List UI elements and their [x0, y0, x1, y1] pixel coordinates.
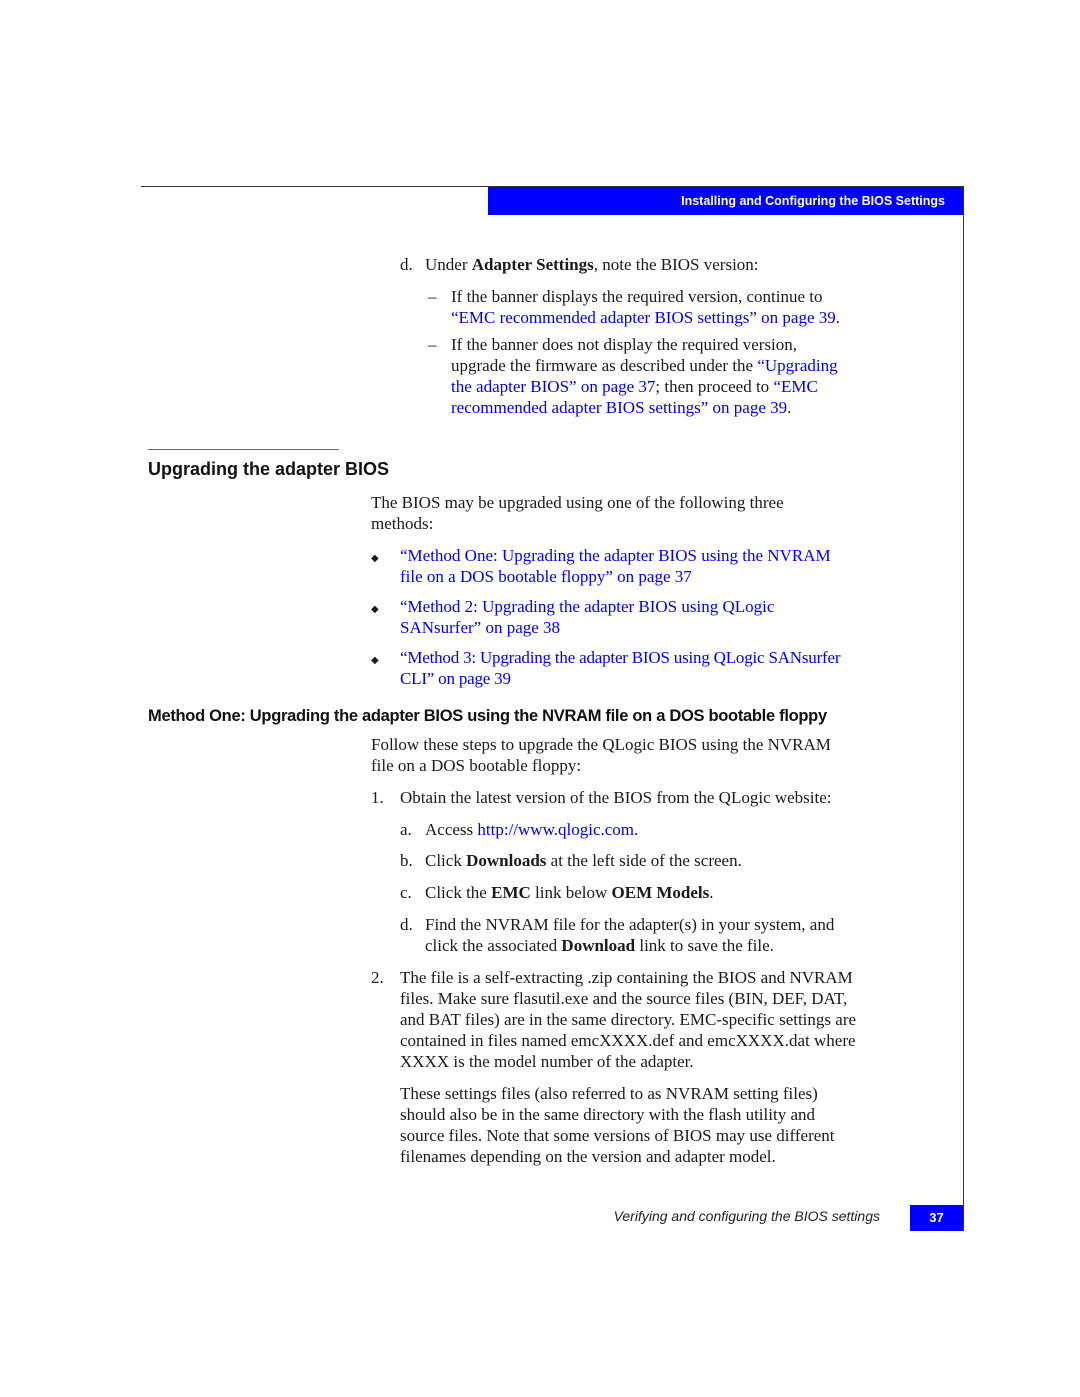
substep-b: Click Downloads at the left side of the …	[425, 851, 742, 870]
section1-intro: The BIOS may be upgraded using one of th…	[371, 493, 784, 533]
bullet-icon: ◆	[371, 604, 379, 615]
page-number: 37	[910, 1205, 963, 1231]
dash-marker: –	[428, 287, 437, 306]
link-emc-recommended-settings[interactable]: “EMC recommended adapter BIOS settings” …	[451, 308, 836, 327]
bullet-icon: ◆	[371, 553, 379, 564]
substep-c-marker: c.	[400, 883, 412, 902]
dash-item-2: If the banner does not display the requi…	[451, 335, 838, 417]
substep-d: Find the NVRAM file for the adapter(s) i…	[425, 915, 835, 955]
step-d-marker: d.	[400, 255, 413, 274]
link-upgrading-adapter-bios-cont[interactable]: the adapter BIOS” on page 37	[451, 377, 655, 396]
substep-b-marker: b.	[400, 851, 413, 870]
link-method-two[interactable]: “Method 2: Upgrading the adapter BIOS us…	[400, 596, 774, 638]
section2-intro: Follow these steps to upgrade the QLogic…	[371, 735, 831, 775]
link-upgrading-adapter-bios[interactable]: “Upgrading	[757, 356, 837, 375]
substep-d-marker: d.	[400, 915, 413, 934]
dash-marker: –	[428, 335, 437, 354]
substep-c: Click the EMC link below OEM Models.	[425, 883, 714, 902]
running-header: Installing and Configuring the BIOS Sett…	[488, 187, 963, 215]
step-1-marker: 1.	[371, 788, 384, 807]
section-heading-upgrading-bios: Upgrading the adapter BIOS	[148, 459, 390, 479]
step-d-text: Under Adapter Settings, note the BIOS ve…	[425, 255, 759, 274]
dash-item-1: If the banner displays the required vers…	[451, 287, 841, 327]
step-1-text: Obtain the latest version of the BIOS fr…	[400, 788, 832, 807]
link-qlogic-website[interactable]: http://www.qlogic.com	[477, 820, 634, 839]
substep-a: Access http://www.qlogic.com.	[425, 820, 639, 839]
footer-section-title: Verifying and configuring the BIOS setti…	[613, 1208, 880, 1224]
page-right-rule	[963, 186, 964, 1231]
section-heading-method-one: Method One: Upgrading the adapter BIOS u…	[148, 707, 827, 725]
section-divider	[148, 449, 339, 450]
link-method-three[interactable]: “Method 3: Upgrading the adapter BIOS us…	[400, 647, 841, 689]
substep-a-marker: a.	[400, 820, 412, 839]
bullet-icon: ◆	[371, 655, 379, 666]
link-emc-recommended-settings[interactable]: “EMC	[773, 377, 817, 396]
step-2-text: The file is a self-extracting .zip conta…	[400, 968, 857, 1071]
step-2-paragraph: These settings files (also referred to a…	[400, 1084, 835, 1166]
link-method-one[interactable]: “Method One: Upgrading the adapter BIOS …	[400, 545, 831, 587]
step-2-marker: 2.	[371, 968, 384, 987]
link-emc-recommended-settings-cont[interactable]: recommended adapter BIOS settings” on pa…	[451, 398, 787, 417]
